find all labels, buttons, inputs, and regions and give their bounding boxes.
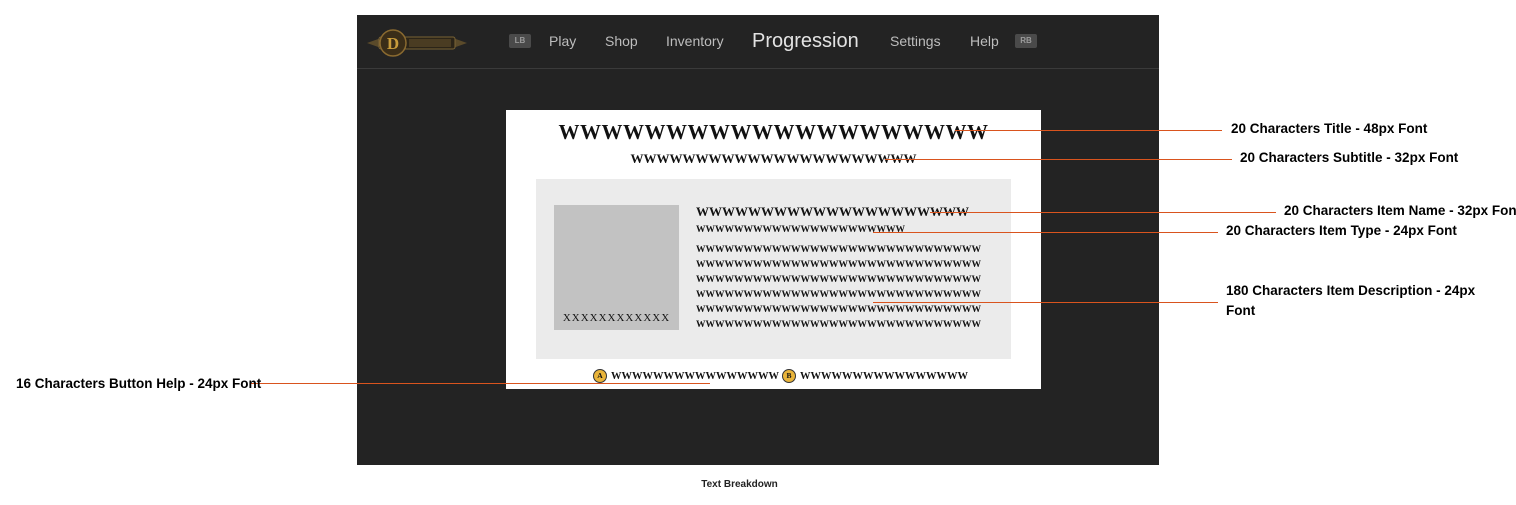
item-card: XXXXXXXXXXXX WWWWWWWWWWWWWWWWWWWWW WWWWW… bbox=[536, 179, 1011, 359]
left-bumper-icon: LB bbox=[509, 34, 531, 48]
item-detail-panel: WWWWWWWWWWWWWWWWWWWW WWWWWWWWWWWWWWWWWWW… bbox=[506, 110, 1041, 389]
game-logo-icon: D bbox=[367, 29, 467, 57]
item-type-annotation: 20 Characters Item Type - 24px Font bbox=[1226, 223, 1457, 238]
item-description-line: WWWWWWWWWWWWWWWWWWWWWWWWWWWWWW bbox=[696, 260, 981, 270]
item-description-line: WWWWWWWWWWWWWWWWWWWWWWWWWWWWWW bbox=[696, 305, 981, 315]
item-description: WWWWWWWWWWWWWWWWWWWWWWWWWWWWWW WWWWWWWWW… bbox=[696, 243, 996, 333]
item-description-line: WWWWWWWWWWWWWWWWWWWWWWWWWWWWWW bbox=[696, 320, 981, 330]
a-button-icon: A bbox=[593, 369, 607, 383]
button-help-b-label: WWWWWWWWWWWWWWWW bbox=[800, 370, 968, 382]
item-description-line: WWWWWWWWWWWWWWWWWWWWWWWWWWWWWW bbox=[696, 290, 981, 300]
figure-caption: Text Breakdown bbox=[701, 479, 778, 490]
button-help-a-label: WWWWWWWWWWWWWWWW bbox=[611, 370, 779, 382]
button-help-b[interactable]: B WWWWWWWWWWWWWWWW bbox=[782, 368, 968, 384]
nav-tab-inventory[interactable]: Inventory bbox=[666, 15, 724, 68]
nav-tab-shop[interactable]: Shop bbox=[605, 15, 638, 68]
item-type: WWWWWWWWWWWWWWWWWWWWWW bbox=[696, 225, 905, 235]
item-name-annotation: 20 Characters Item Name - 32px Font bbox=[1284, 203, 1516, 218]
title-annotation: 20 Characters Title - 48px Font bbox=[1231, 121, 1428, 136]
item-type-leader-line bbox=[873, 232, 1218, 233]
top-navigation-bar: D LB Play Shop Inventory Progression Set… bbox=[357, 15, 1159, 69]
button-help-annotation: 16 Characters Button Help - 24px Font bbox=[16, 376, 262, 391]
item-description-line: WWWWWWWWWWWWWWWWWWWWWWWWWWWWWW bbox=[696, 245, 981, 255]
item-description-leader-line bbox=[873, 302, 1218, 303]
nav-tab-play[interactable]: Play bbox=[549, 15, 576, 68]
nav-tab-progression[interactable]: Progression bbox=[752, 15, 859, 68]
subtitle-leader-line bbox=[885, 159, 1232, 160]
item-image-label: XXXXXXXXXXXX bbox=[562, 312, 671, 324]
subtitle-annotation: 20 Characters Subtitle - 32px Font bbox=[1240, 150, 1459, 165]
svg-text:D: D bbox=[387, 34, 399, 53]
button-help-a[interactable]: A WWWWWWWWWWWWWWWW bbox=[593, 368, 779, 384]
item-name: WWWWWWWWWWWWWWWWWWWWW bbox=[696, 204, 969, 219]
item-description-annotation: 180 Characters Item Description - 24px bbox=[1226, 283, 1476, 298]
item-description-annotation-continued: Font bbox=[1226, 303, 1256, 318]
panel-title: WWWWWWWWWWWWWWWWWWWW bbox=[558, 120, 989, 144]
nav-tab-settings[interactable]: Settings bbox=[890, 15, 941, 68]
button-help-leader-line bbox=[251, 383, 710, 384]
item-description-line: WWWWWWWWWWWWWWWWWWWWWWWWWWWWWW bbox=[696, 275, 981, 285]
item-name-leader-line bbox=[930, 212, 1276, 213]
right-bumper-icon: RB bbox=[1015, 34, 1037, 48]
b-button-icon: B bbox=[782, 369, 796, 383]
item-image-placeholder: XXXXXXXXXXXX bbox=[554, 205, 679, 330]
nav-tab-help[interactable]: Help bbox=[970, 15, 999, 68]
title-leader-line bbox=[955, 130, 1222, 131]
